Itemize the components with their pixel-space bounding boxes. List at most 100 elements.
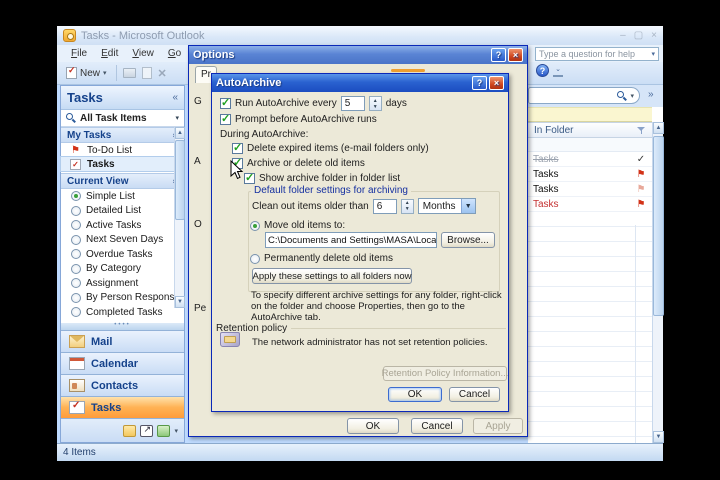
table-row[interactable]: Tasks (528, 197, 652, 212)
table-row[interactable]: Tasks (528, 167, 652, 182)
delete-expired-checkbox[interactable] (232, 141, 243, 154)
options-dialog-title: Options (193, 49, 235, 61)
view-option[interactable]: Active Tasks (61, 218, 174, 233)
nav-button-label: Contacts (91, 379, 139, 392)
item-count: 4 Items (63, 447, 96, 458)
task-list-icon (69, 145, 82, 156)
column-divider (635, 225, 636, 443)
autoarchive-titlebar: AutoArchive ? × (212, 74, 508, 92)
dialog-help-icon[interactable]: ? (472, 76, 487, 90)
scrollbar-thumb[interactable] (653, 136, 664, 316)
autoarchive-dialog: AutoArchive ? × Run AutoArchive every 5 … (211, 73, 509, 412)
my-tasks-item[interactable]: To-Do List (61, 143, 174, 157)
delete-icon[interactable]: ✕ (158, 67, 167, 80)
scrollbar-thumb[interactable] (175, 140, 185, 220)
table-row[interactable]: Tasks (528, 152, 652, 167)
close-icon[interactable]: × (651, 30, 657, 41)
column-header-in-folder[interactable]: In Folder (528, 122, 652, 138)
menu-item[interactable]: File (65, 47, 93, 60)
question-help-box[interactable]: Type a question for help ▾ (535, 47, 659, 61)
options-ok-button[interactable]: OK (347, 418, 399, 434)
clean-out-unit-select[interactable]: Months ▼ (417, 198, 476, 214)
task-list-pane: ▾ » In Folder Tasks Tasks Task (528, 85, 664, 443)
current-view-section-header[interactable]: Current View « (61, 173, 184, 189)
scroll-down-icon[interactable]: ▼ (175, 296, 185, 308)
task-list-scrollbar[interactable]: ▲ ▼ (652, 122, 664, 443)
view-option[interactable]: Assignment (61, 276, 174, 291)
dialog-close-icon[interactable]: × (489, 76, 504, 90)
view-option[interactable]: Simple List (61, 189, 174, 204)
nav-button-icon (69, 379, 85, 392)
archive-path-input[interactable]: C:\Documents and Settings\MASA\Local Set… (265, 232, 437, 248)
shortcuts-icon[interactable] (140, 424, 154, 437)
help-icon[interactable]: ? (536, 64, 549, 77)
task-flag-icon[interactable] (635, 169, 647, 180)
run-autoarchive-checkbox[interactable] (220, 96, 231, 109)
view-option[interactable]: By Person Responsibl (61, 291, 174, 306)
move-to-folder-icon[interactable] (141, 67, 152, 79)
menu-item[interactable]: Go (162, 47, 187, 60)
menu-item[interactable]: Edit (95, 47, 124, 60)
apply-all-folders-button[interactable]: Apply these settings to all folders now (252, 268, 412, 284)
instant-search-input[interactable]: ▾ (528, 87, 640, 104)
show-folder-checkbox[interactable] (244, 171, 255, 184)
view-option-label: By Category (86, 263, 142, 275)
sidebar-scrollbar[interactable]: ▲ ▼ (174, 127, 185, 308)
dialog-help-icon[interactable]: ? (491, 48, 506, 62)
all-task-items-selector[interactable]: All Task Items ▾ (61, 110, 184, 127)
filter-icon[interactable] (637, 126, 646, 135)
configure-buttons-chevron[interactable]: ▾ (174, 427, 178, 435)
maximize-icon[interactable]: ▢ (634, 30, 643, 41)
pane-splitter[interactable]: •••• (61, 322, 184, 330)
add-new-task-row[interactable] (528, 138, 652, 152)
run-days-input[interactable]: 5 (340, 96, 365, 111)
minimize-icon[interactable]: – (620, 30, 626, 41)
run-days-spinner[interactable]: ▲ ▼ (368, 96, 382, 111)
view-option[interactable]: By Category (61, 262, 174, 277)
prompt-checkbox[interactable] (220, 112, 231, 125)
autoarchive-cancel-button[interactable]: Cancel (449, 387, 500, 402)
window-title: Tasks - Microsoft Outlook (81, 29, 205, 42)
scroll-up-icon[interactable]: ▲ (175, 127, 185, 139)
clean-out-spinner[interactable]: ▲ ▼ (400, 198, 414, 214)
table-row[interactable]: Tasks (528, 182, 652, 197)
nav-button[interactable]: Tasks (61, 396, 184, 418)
print-icon[interactable] (122, 68, 136, 78)
task-flag-icon[interactable] (635, 199, 647, 210)
archive-old-checkbox[interactable] (232, 156, 243, 169)
status-bar: 4 Items (57, 443, 663, 461)
view-option[interactable]: Completed Tasks (61, 305, 174, 320)
collapse-pane-icon[interactable]: « (172, 92, 178, 103)
clean-out-row: Clean out items older than 6 ▲ ▼ Months ▼ (252, 198, 476, 214)
note-line: AutoArchive tab. (251, 312, 321, 323)
folder-list-icon[interactable] (123, 424, 137, 437)
clean-out-input[interactable]: 6 (372, 198, 397, 214)
permanently-delete-label: Permanently delete old items (264, 253, 393, 264)
dialog-close-icon[interactable]: × (508, 48, 523, 62)
view-option[interactable]: Overdue Tasks (61, 247, 174, 262)
task-folder-cell: Tasks (533, 168, 559, 180)
move-old-radio[interactable] (250, 220, 260, 231)
options-cancel-button[interactable]: Cancel (411, 418, 463, 434)
my-tasks-list: To-Do List Tasks (60, 143, 175, 172)
menu-item[interactable]: View (126, 47, 160, 60)
my-tasks-item[interactable]: Tasks (60, 156, 175, 172)
scroll-down-icon[interactable]: ▼ (653, 431, 664, 443)
task-flag-icon[interactable] (635, 184, 647, 195)
expand-query-builder-icon[interactable]: » (648, 89, 654, 100)
toolbar-overflow-icon[interactable]: ⌄ (553, 66, 563, 77)
my-tasks-section-header[interactable]: My Tasks « (61, 127, 184, 143)
journal-icon[interactable] (157, 424, 171, 437)
task-flag-icon[interactable] (635, 154, 647, 165)
nav-button[interactable]: Mail (61, 330, 184, 352)
view-option[interactable]: Next Seven Days (61, 233, 174, 248)
new-task-input-row[interactable] (528, 107, 652, 122)
browse-button[interactable]: Browse... (441, 232, 495, 248)
permanently-delete-radio[interactable] (250, 253, 260, 264)
nav-button[interactable]: Calendar (61, 352, 184, 374)
nav-button[interactable]: Contacts (61, 374, 184, 396)
new-button[interactable]: New ▾ (63, 65, 110, 80)
autoarchive-ok-button[interactable]: OK (388, 387, 442, 402)
view-option[interactable]: Detailed List (61, 204, 174, 219)
scroll-up-icon[interactable]: ▲ (653, 122, 664, 134)
